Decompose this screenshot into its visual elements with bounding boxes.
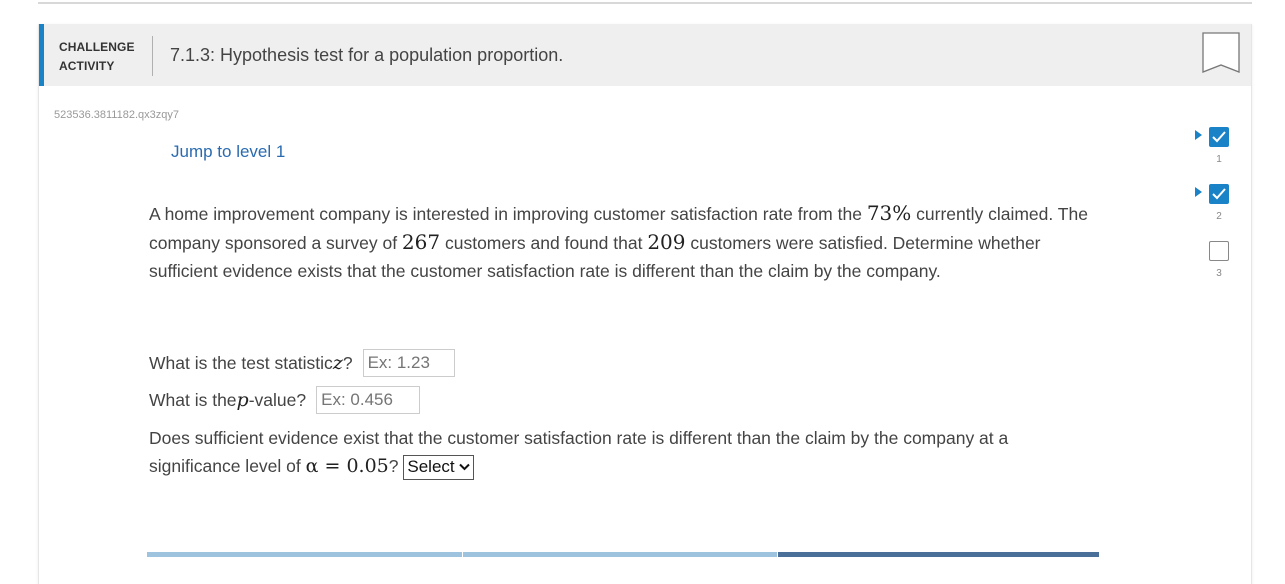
problem-text-1: A home improvement company is interested… (149, 204, 867, 224)
q1-text: What is the test statistic (149, 352, 333, 373)
problem-statement: A home improvement company is interested… (149, 199, 1099, 285)
problem-text-3: customers and found that (440, 233, 648, 253)
top-rule (38, 0, 1252, 4)
test-statistic-input[interactable] (362, 349, 455, 377)
level-1-button[interactable]: 1 (1209, 127, 1229, 165)
q1-variable: z (332, 352, 343, 374)
satisfied-count: 209 (647, 230, 686, 254)
level-progress-segment-3 (777, 552, 1099, 557)
chevron-down-icon (458, 464, 470, 471)
level-empty-box-icon (1209, 241, 1229, 261)
q3-question-mark: ? (388, 456, 399, 476)
completion-status-icon (1202, 32, 1240, 78)
question-p-value: What is the p -value? (149, 386, 421, 414)
current-level-arrow-icon (1195, 187, 1202, 197)
survey-size: 267 (401, 230, 441, 254)
q2-suffix: -value? (248, 389, 307, 410)
level-progress-segment-1 (147, 552, 462, 557)
claim-rate: 73% (866, 201, 912, 225)
level-number: 3 (1216, 268, 1222, 279)
current-level-arrow-icon (1195, 130, 1202, 140)
activity-label-line1: CHALLENGE (59, 40, 135, 54)
activity-id: 523536.3811182.qx3zqy7 (54, 109, 179, 121)
header-divider (152, 36, 153, 76)
level-progress-segment-2 (462, 552, 777, 557)
q2-variable: p (236, 389, 249, 411)
question-test-statistic: What is the test statistic z? (149, 349, 455, 377)
level-check-icon (1209, 184, 1229, 204)
q2-text: What is the (149, 389, 237, 410)
challenge-activity-card: CHALLENGE ACTIVITY 7.1.3: Hypothesis tes… (38, 24, 1252, 584)
select-value: Select (407, 457, 455, 477)
q3-text: Does sufficient evidence exist that the … (149, 428, 1009, 476)
conclusion-select[interactable]: Select (403, 454, 474, 480)
activity-label-line2: ACTIVITY (59, 59, 115, 73)
accent-bar (39, 24, 44, 86)
activity-header: CHALLENGE ACTIVITY 7.1.3: Hypothesis tes… (39, 24, 1251, 86)
level-number: 1 (1216, 154, 1222, 165)
p-value-input[interactable] (316, 386, 421, 414)
level-3-button[interactable]: 3 (1209, 241, 1229, 279)
jump-to-level-link[interactable]: Jump to level 1 (171, 142, 285, 162)
q1-question-mark: ? (342, 352, 353, 373)
question-conclusion: Does sufficient evidence exist that the … (149, 424, 1099, 480)
alpha-expression: α = 0.05 (305, 455, 389, 477)
activity-type-label: CHALLENGE ACTIVITY (59, 38, 135, 76)
level-number: 2 (1216, 211, 1222, 222)
activity-title: 7.1.3: Hypothesis test for a population … (170, 45, 564, 65)
level-2-button[interactable]: 2 (1209, 184, 1229, 222)
level-check-icon (1209, 127, 1229, 147)
